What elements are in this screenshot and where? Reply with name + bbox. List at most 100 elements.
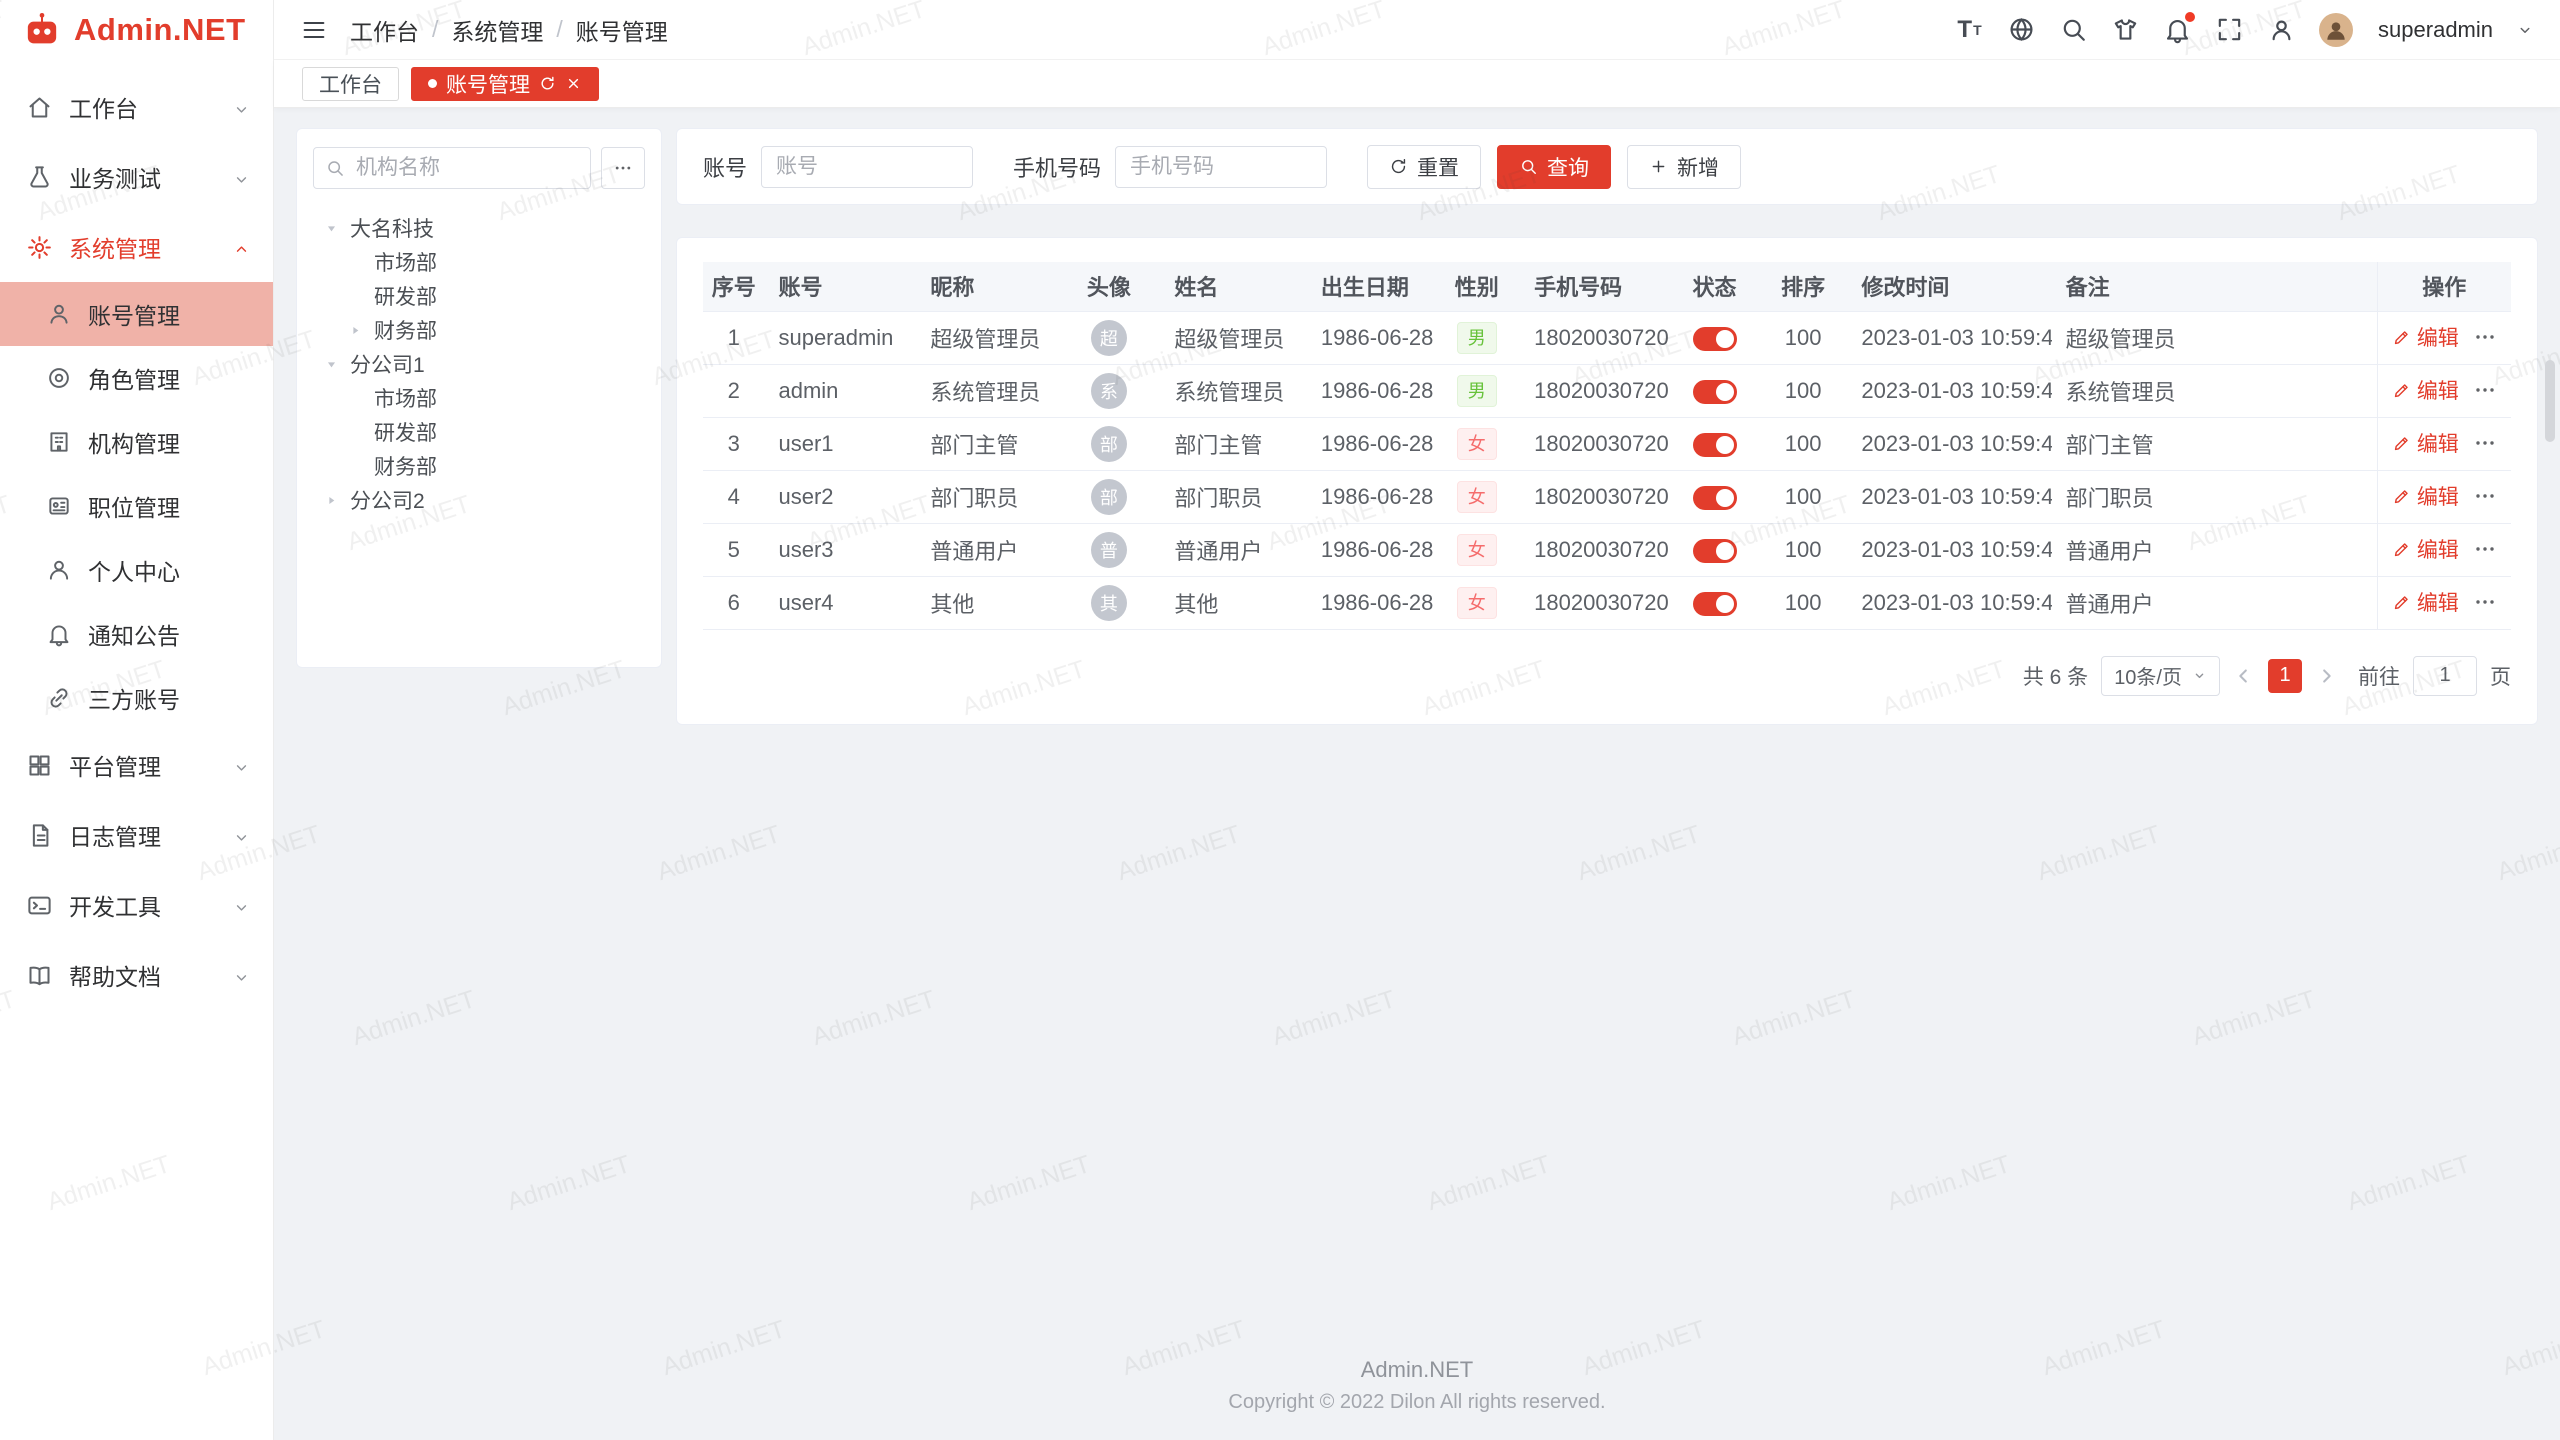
cell-avatar: 超 <box>1057 311 1160 364</box>
cell-birthdate: 1986-06-28 <box>1307 523 1434 576</box>
current-page-button[interactable]: 1 <box>2268 659 2302 693</box>
edit-button[interactable]: 编辑 <box>2392 322 2459 352</box>
footer-title: Admin.NET <box>274 1357 2560 1383</box>
account-input[interactable] <box>761 146 973 188</box>
tab-close-icon[interactable] <box>565 75 582 92</box>
sidebar-item-organization[interactable]: 机构管理 <box>0 410 273 474</box>
tab-workbench[interactable]: 工作台 <box>302 67 399 101</box>
page-size-select[interactable]: 10条/页 <box>2101 656 2220 696</box>
sidebar-menu: 工作台业务测试系统管理账号管理角色管理机构管理职位管理个人中心通知公告三方账号平… <box>0 60 273 1010</box>
cell-nickname: 超级管理员 <box>916 311 1057 364</box>
tree-expand-closed-icon[interactable] <box>347 322 369 339</box>
cell-phone: 18020030720 <box>1520 576 1670 629</box>
cell-phone: 18020030720 <box>1520 470 1670 523</box>
query-button[interactable]: 查询 <box>1497 145 1611 189</box>
org-name-search-input[interactable] <box>313 147 591 189</box>
tree-node[interactable]: 研发部 <box>313 279 645 313</box>
sidebar-item-dev-tools[interactable]: 开发工具 <box>0 870 273 940</box>
fullscreen-icon[interactable] <box>2215 15 2244 44</box>
scrollbar-thumb[interactable] <box>2545 360 2555 442</box>
more-actions-button[interactable] <box>2473 484 2497 508</box>
tree-node[interactable]: 财务部 <box>313 313 645 347</box>
sidebar-item-business-test[interactable]: 业务测试 <box>0 142 273 212</box>
edit-button[interactable]: 编辑 <box>2392 428 2459 458</box>
tree-expand-closed-icon[interactable] <box>323 492 345 509</box>
sidebar-item-label: 机构管理 <box>88 425 180 459</box>
tree-expand-open-icon[interactable] <box>323 356 345 373</box>
notification-bell-icon[interactable] <box>2163 15 2192 44</box>
cell-avatar: 其 <box>1057 576 1160 629</box>
next-page-button[interactable] <box>2315 665 2337 687</box>
status-toggle[interactable] <box>1693 592 1737 616</box>
tab-account-management[interactable]: 账号管理 <box>411 67 599 101</box>
edit-button[interactable]: 编辑 <box>2392 534 2459 564</box>
edit-button[interactable]: 编辑 <box>2392 375 2459 405</box>
tree-node[interactable]: 分公司1 <box>313 347 645 381</box>
more-actions-button[interactable] <box>2473 325 2497 349</box>
theme-icon[interactable] <box>2111 15 2140 44</box>
sidebar-item-platform[interactable]: 平台管理 <box>0 730 273 800</box>
sidebar-item-workbench[interactable]: 工作台 <box>0 72 273 142</box>
edit-button[interactable]: 编辑 <box>2392 587 2459 617</box>
username[interactable]: superadmin <box>2378 17 2493 43</box>
sidebar-item-system-management[interactable]: 系统管理 <box>0 212 273 282</box>
user-icon[interactable] <box>2267 15 2296 44</box>
search-icon[interactable] <box>2059 15 2088 44</box>
breadcrumb-separator: / <box>556 16 562 43</box>
more-actions-button[interactable] <box>2473 537 2497 561</box>
sidebar-item-notice[interactable]: 通知公告 <box>0 602 273 666</box>
column-header: 账号 <box>764 262 916 311</box>
breadcrumb-item[interactable]: 系统管理 <box>451 13 543 47</box>
status-toggle[interactable] <box>1693 380 1737 404</box>
chevron-down-icon[interactable] <box>2516 21 2534 39</box>
sidebar-item-position[interactable]: 职位管理 <box>0 474 273 538</box>
sidebar-item-third-party[interactable]: 三方账号 <box>0 666 273 730</box>
status-toggle[interactable] <box>1693 539 1737 563</box>
prev-page-button[interactable] <box>2233 665 2255 687</box>
status-toggle[interactable] <box>1693 433 1737 457</box>
phone-input[interactable] <box>1115 146 1327 188</box>
cell-modified-time: 2023-01-03 10:59:44 <box>1847 576 2051 629</box>
sidebar-item-help-docs[interactable]: 帮助文档 <box>0 940 273 1010</box>
gender-badge: 女 <box>1457 534 1497 566</box>
reset-button[interactable]: 重置 <box>1367 145 1481 189</box>
cell-no: 4 <box>703 470 764 523</box>
tree-node[interactable]: 研发部 <box>313 415 645 449</box>
sidebar-item-profile[interactable]: 个人中心 <box>0 538 273 602</box>
sidebar-item-logs[interactable]: 日志管理 <box>0 800 273 870</box>
breadcrumb-item[interactable]: 工作台 <box>350 13 419 47</box>
org-more-button[interactable] <box>601 147 645 189</box>
status-toggle[interactable] <box>1693 486 1737 510</box>
goto-page-input[interactable] <box>2413 656 2477 696</box>
more-actions-button[interactable] <box>2473 378 2497 402</box>
cell-sort: 100 <box>1759 311 1848 364</box>
tree-node-label: 大名科技 <box>350 213 434 243</box>
edit-button[interactable]: 编辑 <box>2392 481 2459 511</box>
sidebar-item-role[interactable]: 角色管理 <box>0 346 273 410</box>
cell-name: 普通用户 <box>1160 523 1306 576</box>
tree-node[interactable]: 财务部 <box>313 449 645 483</box>
tree-node-label: 研发部 <box>374 417 437 447</box>
more-actions-button[interactable] <box>2473 590 2497 614</box>
more-actions-button[interactable] <box>2473 431 2497 455</box>
hamburger-menu-icon[interactable] <box>300 16 328 44</box>
add-button[interactable]: 新增 <box>1627 145 1741 189</box>
cell-gender: 男 <box>1433 311 1520 364</box>
tree-node[interactable]: 市场部 <box>313 381 645 415</box>
logo[interactable]: Admin.NET <box>0 0 273 60</box>
sidebar-item-account[interactable]: 账号管理 <box>0 282 273 346</box>
tree-node[interactable]: 市场部 <box>313 245 645 279</box>
tree-expand-open-icon[interactable] <box>323 220 345 237</box>
tree-node[interactable]: 分公司2 <box>313 483 645 517</box>
tab-refresh-icon[interactable] <box>539 75 556 92</box>
globe-icon[interactable] <box>2007 15 2036 44</box>
account-label: 账号 <box>703 151 747 183</box>
font-size-icon[interactable]: TT <box>1955 15 1984 44</box>
breadcrumb-item[interactable]: 账号管理 <box>576 13 668 47</box>
cell-status <box>1670 311 1759 364</box>
tree-node[interactable]: 大名科技 <box>313 211 645 245</box>
avatar[interactable] <box>2319 13 2353 47</box>
status-toggle[interactable] <box>1693 327 1737 351</box>
chevron-down-icon <box>232 826 251 845</box>
tree-node-label: 研发部 <box>374 281 437 311</box>
